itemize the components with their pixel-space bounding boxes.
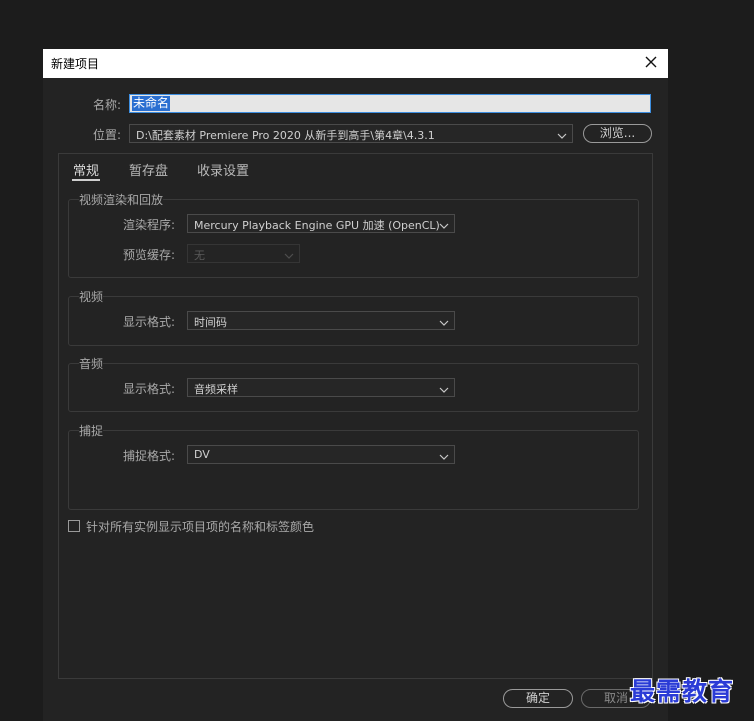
- location-label: 位置:: [93, 128, 122, 142]
- audio-display-format-value: 音频采样: [194, 383, 238, 396]
- location-select[interactable]: D:\配套素材 Premiere Pro 2020 从新手到高手\第4章\4.3…: [129, 124, 573, 143]
- chevron-down-icon: [439, 383, 449, 393]
- watermark-logo: 最需教育: [630, 677, 735, 706]
- active-tab-indicator: [72, 179, 100, 181]
- name-input-value: 未命名: [132, 96, 171, 111]
- preview-cache-select[interactable]: 无: [187, 244, 300, 263]
- renderer-value: Mercury Playback Engine GPU 加速 (OpenCL): [194, 219, 440, 232]
- name-label: 名称:: [93, 98, 122, 112]
- video-render-group: [68, 199, 639, 278]
- dialog-title: 新建项目: [51, 57, 100, 71]
- video-display-format-label: 显示格式:: [123, 315, 176, 329]
- preview-cache-label: 预览缓存:: [123, 248, 176, 262]
- name-input[interactable]: 未命名: [129, 94, 651, 113]
- location-value: D:\配套素材 Premiere Pro 2020 从新手到高手\第4章\4.3…: [136, 129, 435, 142]
- video-title: 视频: [79, 288, 104, 305]
- chevron-down-icon: [284, 249, 294, 259]
- audio-display-format-select[interactable]: 音频采样: [187, 378, 455, 397]
- tab-ingest-settings[interactable]: 收录设置: [197, 160, 249, 179]
- capture-group: [68, 430, 639, 510]
- ok-button[interactable]: 确定: [503, 689, 573, 708]
- tab-scratch-disks[interactable]: 暂存盘: [129, 160, 168, 179]
- capture-format-value: DV: [194, 448, 210, 461]
- chevron-down-icon: [439, 219, 449, 229]
- chevron-down-icon: [557, 129, 567, 139]
- new-project-dialog: 新建项目 名称: 未命名 位置: D:\配套素材 Premiere Pro 20…: [43, 49, 668, 721]
- audio-display-format-label: 显示格式:: [123, 382, 176, 396]
- capture-title: 捕捉: [79, 422, 104, 439]
- capture-format-label: 捕捉格式:: [123, 449, 176, 463]
- preview-cache-value: 无: [194, 249, 205, 262]
- show-names-label: 针对所有实例显示项目项的名称和标签颜色: [86, 520, 315, 534]
- show-names-checkbox[interactable]: [68, 520, 80, 532]
- tab-general[interactable]: 常规: [73, 160, 99, 179]
- renderer-label: 渲染程序:: [123, 218, 176, 232]
- title-bar: 新建项目: [43, 49, 668, 78]
- renderer-select[interactable]: Mercury Playback Engine GPU 加速 (OpenCL): [187, 214, 455, 233]
- video-render-title: 视频渲染和回放: [79, 191, 164, 208]
- close-icon[interactable]: [640, 51, 662, 73]
- chevron-down-icon: [439, 316, 449, 326]
- chevron-down-icon: [439, 450, 449, 460]
- video-display-format-value: 时间码: [194, 316, 227, 329]
- capture-format-select[interactable]: DV: [187, 445, 455, 464]
- audio-title: 音频: [79, 355, 104, 372]
- video-display-format-select[interactable]: 时间码: [187, 311, 455, 330]
- browse-button[interactable]: 浏览...: [583, 124, 652, 143]
